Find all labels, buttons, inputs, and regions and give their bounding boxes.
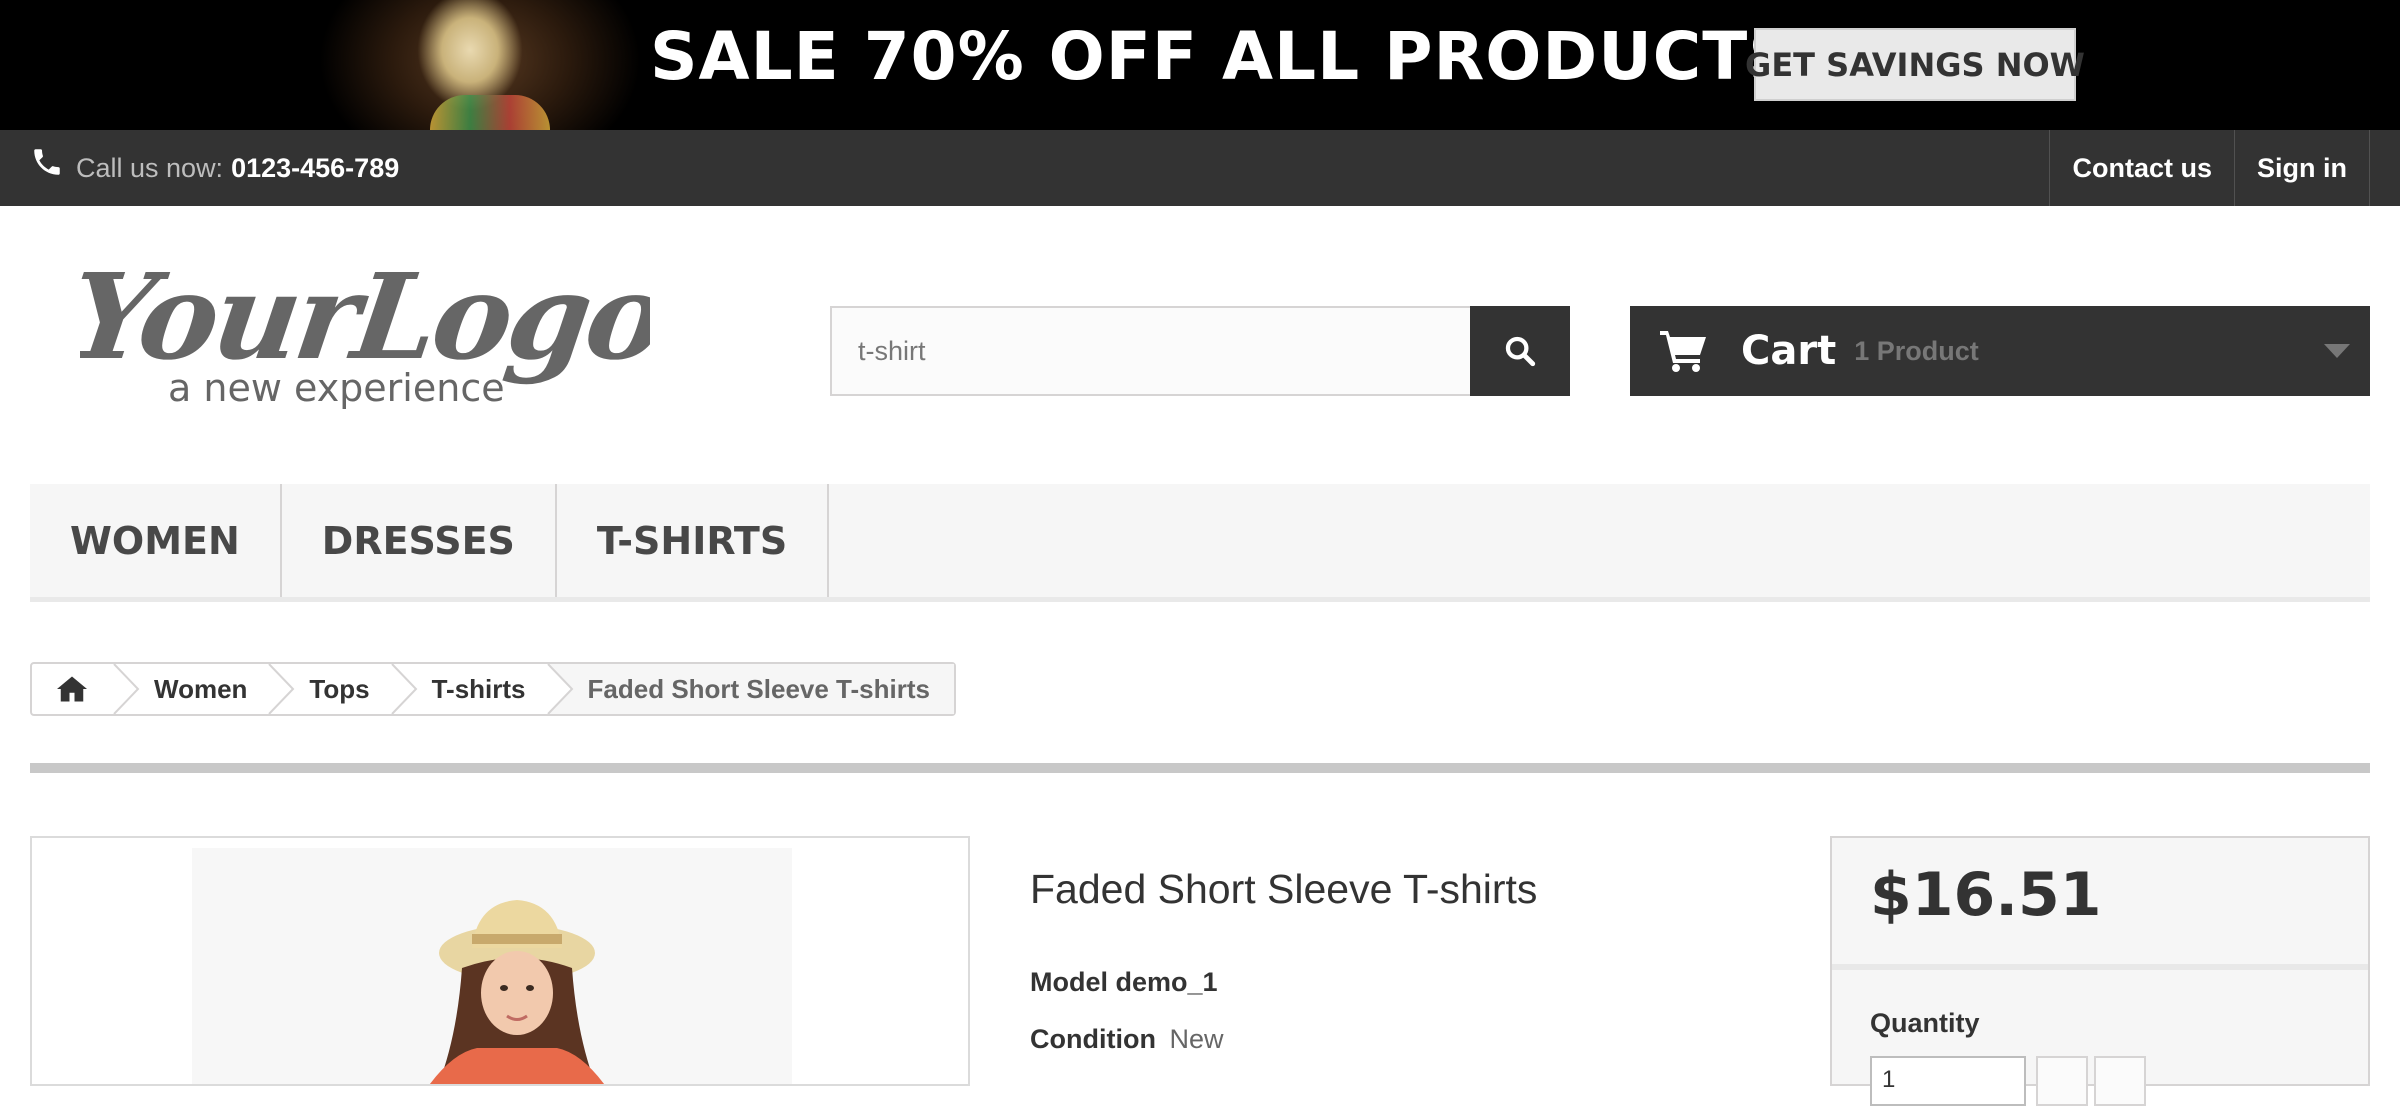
call-us-info: Call us now: 0123-456-789 [30,130,399,206]
get-savings-button[interactable]: GET SAVINGS NOW [1745,28,2085,101]
condition-label: Condition [1030,1024,1156,1054]
chevron-down-icon[interactable] [2324,340,2350,360]
product-model: Model demo_1 [1030,967,1218,997]
search-input-value: t-shirt [858,335,926,366]
top-nav-bar: Call us now: 0123-456-789 Contact us Sig… [0,130,2400,206]
quantity-label: Quantity [1870,1008,1980,1038]
search-icon [1505,336,1536,367]
breadcrumb-women[interactable]: Women [140,664,267,714]
breadcrumb-separator [268,664,295,714]
breadcrumb-separator [545,664,574,714]
promo-banner[interactable]: SALE 70% OFF ALL PRODUCTS GET SAVINGS NO… [0,0,2400,130]
contact-us-link[interactable]: Contact us [2049,130,2234,206]
buy-box: $16.51 Quantity 1 [1830,836,2370,1106]
search-button[interactable] [1470,306,1570,396]
search-input[interactable]: t-shirt [830,306,1472,396]
phone-number: 0123-456-789 [231,152,400,183]
product-photo [192,848,792,1084]
call-us-label: Call us now: [76,152,224,183]
quantity-decrease-button[interactable] [2036,1056,2088,1106]
sign-in-link[interactable]: Sign in [2234,130,2370,206]
product-image[interactable] [30,836,970,1086]
quantity-increase-button[interactable] [2094,1056,2146,1106]
logo-tagline: a new experience [168,366,505,410]
breadcrumb-separator [390,664,417,714]
banner-headline: SALE 70% OFF ALL PRODUCTS [650,18,1797,95]
breadcrumb-current: Faded Short Sleeve T-shirts [573,664,954,714]
condition-value: New [1169,1024,1224,1054]
menu-item-dresses[interactable]: DRESSES [282,484,557,597]
banner-model-image [310,0,650,130]
breadcrumb-tshirts[interactable]: T-shirts [418,664,546,714]
section-divider [30,763,2370,773]
main-menu: WOMEN DRESSES T-SHIRTS [30,484,2370,602]
breadcrumb-separator [113,664,140,714]
breadcrumb: Women Tops T-shirts Faded Short Sleeve T… [30,662,956,716]
cart-count: 1 Product [1854,335,1979,366]
phone-icon [34,149,60,175]
home-icon [57,676,87,702]
cart-icon [1660,331,1706,372]
product-price: $16.51 [1870,860,2102,930]
account-links: Contact us Sign in [2049,130,2370,206]
cart-button[interactable]: Cart 1 Product [1630,306,2370,396]
cart-label: Cart [1741,328,1837,374]
price-area: $16.51 [1832,838,2368,970]
product-condition: Condition New [1030,1024,1224,1055]
quantity-input[interactable]: 1 [1870,1056,2026,1106]
breadcrumb-tops[interactable]: Tops [295,664,389,714]
breadcrumb-home[interactable] [32,664,112,714]
product-title: Faded Short Sleeve T-shirts [1030,866,1538,912]
menu-item-women[interactable]: WOMEN [30,484,282,597]
menu-item-tshirts[interactable]: T-SHIRTS [557,484,830,597]
store-logo[interactable]: YourLogo a new experience [80,248,650,418]
